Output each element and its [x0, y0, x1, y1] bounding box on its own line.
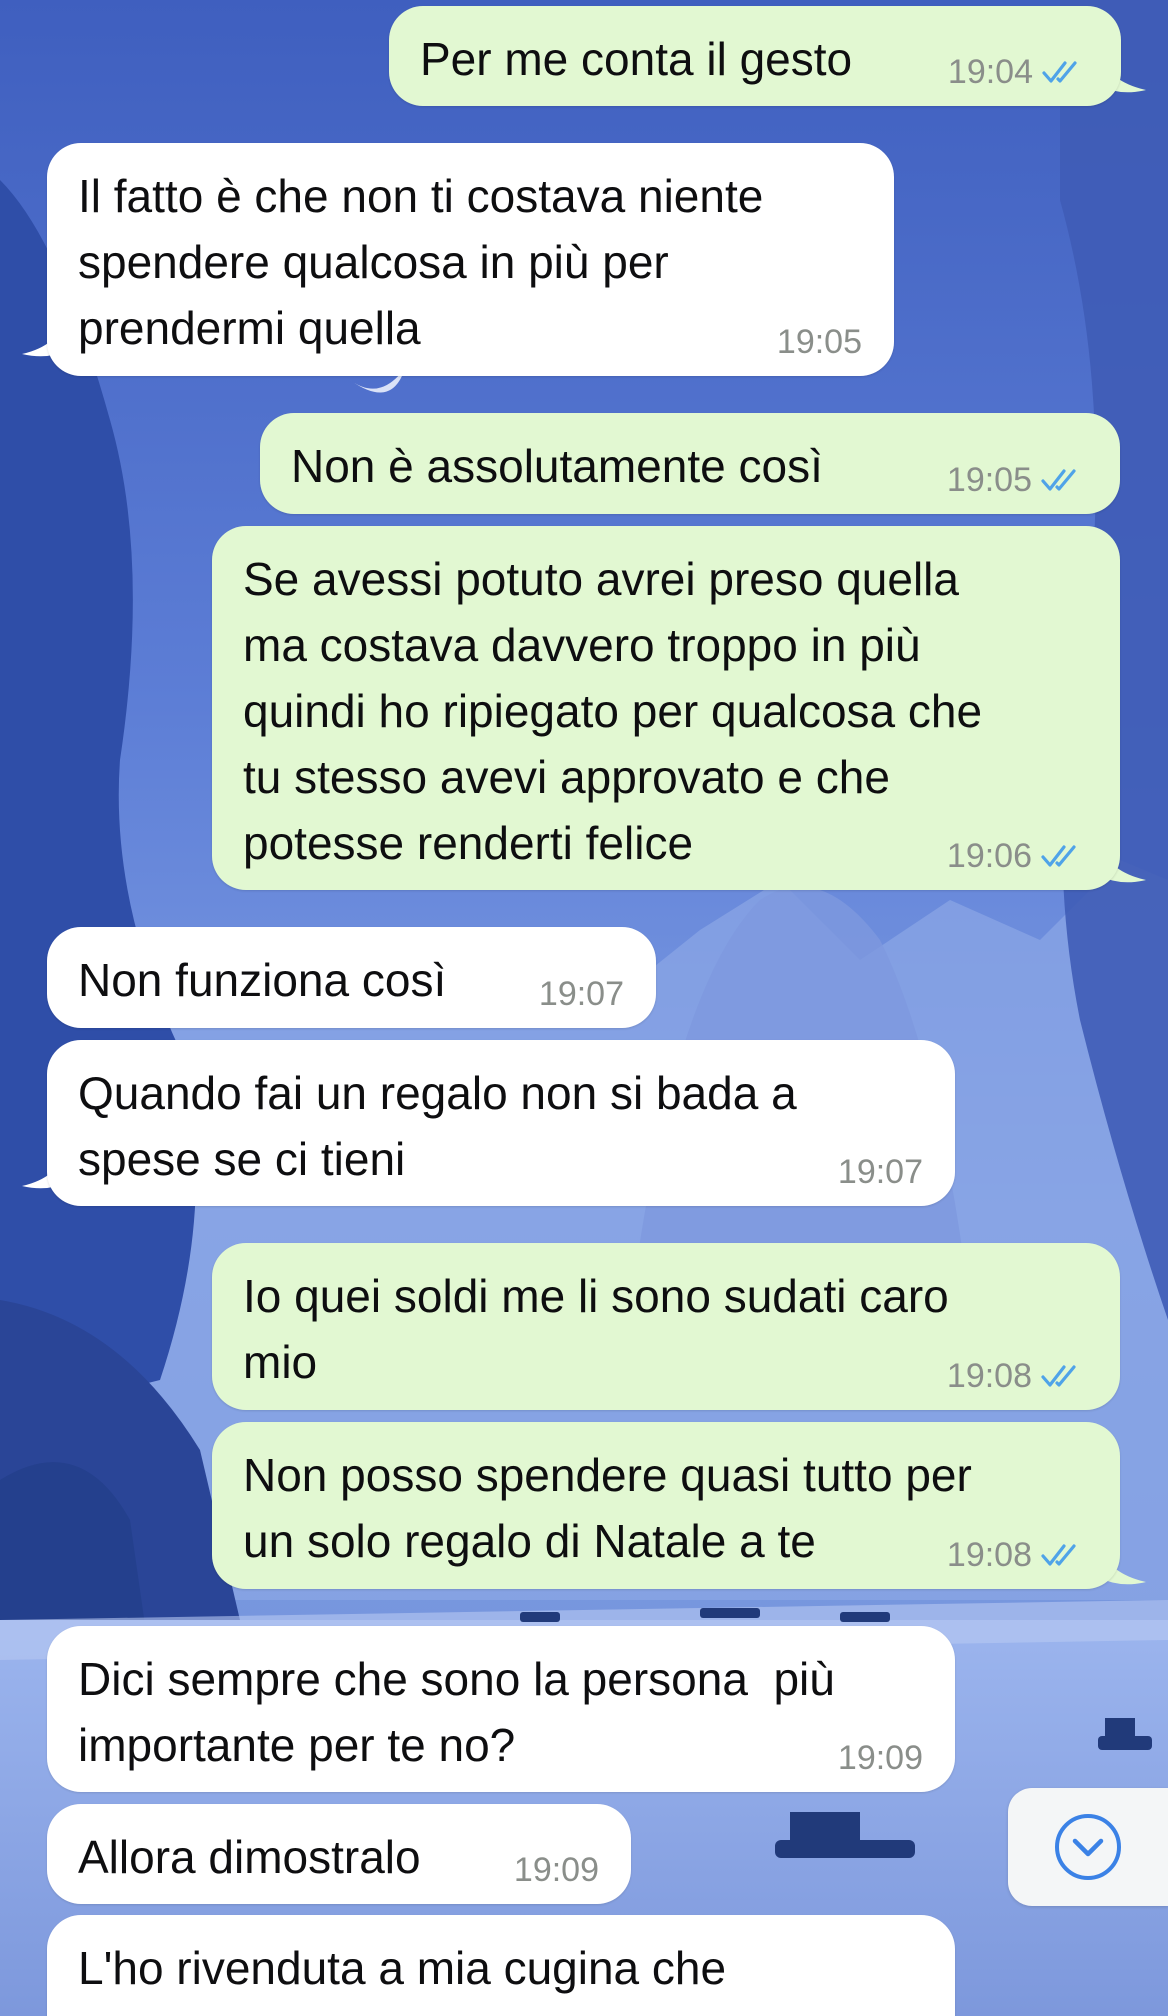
message-meta: 19:08 — [947, 1356, 1084, 1396]
message-text: L'ho rivenduta a mia cugina che che — [78, 1942, 727, 2016]
message-time: 19:07 — [837, 1153, 923, 1191]
read-receipt-icon — [1041, 1544, 1076, 1566]
message-bubble-incoming[interactable]: Non funziona così 19:07 — [47, 927, 656, 1028]
message-bubble-incoming[interactable]: Il fatto è che non ti costava niente spe… — [47, 143, 894, 376]
message-meta: 19:06 — [947, 836, 1084, 876]
message-time: 19:07 — [538, 975, 624, 1013]
message-meta: 19:05 — [777, 322, 862, 362]
message-bubble-incoming[interactable]: Allora dimostralo 19:09 — [47, 1804, 631, 1904]
message-bubble-outgoing[interactable]: Non è assolutamente così 19:05 — [260, 413, 1120, 514]
message-text: Dici sempre che sono la persona più impo… — [78, 1653, 835, 1771]
message-meta: 19:09 — [838, 1738, 923, 1778]
message-bubble-outgoing[interactable]: Se avessi potuto avrei preso quella ma c… — [212, 526, 1120, 890]
message-time: 19:08 — [946, 1536, 1032, 1574]
message-bubble-outgoing[interactable]: Io quei soldi me li sono sudati caro mio… — [212, 1243, 1120, 1410]
read-receipt-icon — [1041, 469, 1076, 491]
read-receipt-icon — [1042, 61, 1077, 83]
message-bubble-incoming[interactable]: L'ho rivenduta a mia cugina che che — [47, 1915, 955, 2016]
scroll-to-bottom-button[interactable] — [1008, 1788, 1168, 1906]
message-bubble-outgoing[interactable]: Per me conta il gesto 19:04 — [389, 6, 1121, 106]
read-receipt-icon — [1041, 1365, 1076, 1387]
message-meta: 19:09 — [514, 1850, 599, 1890]
message-time: 19:08 — [946, 1357, 1032, 1395]
message-meta: 19:07 — [838, 1152, 923, 1192]
message-text: Se avessi potuto avrei preso quella ma c… — [243, 553, 983, 869]
message-time: 19:09 — [837, 1739, 923, 1777]
message-time: 19:05 — [776, 323, 862, 361]
chevron-down-circle-icon — [1055, 1814, 1121, 1880]
message-text: Il fatto è che non ti costava niente spe… — [78, 170, 764, 354]
read-receipt-icon — [1041, 845, 1076, 867]
message-meta: 19:07 — [539, 974, 624, 1014]
message-time: 19:05 — [946, 461, 1032, 499]
message-meta: 19:08 — [947, 1535, 1084, 1575]
message-bubble-outgoing[interactable]: Non posso spendere quasi tutto per un so… — [212, 1422, 1120, 1589]
message-meta: 19:05 — [947, 460, 1084, 500]
message-time: 19:06 — [946, 837, 1032, 875]
message-time: 19:09 — [513, 1851, 599, 1889]
message-time: 19:04 — [947, 53, 1033, 91]
message-meta: 19:04 — [948, 52, 1085, 92]
message-bubble-incoming[interactable]: Dici sempre che sono la persona più impo… — [47, 1626, 955, 1792]
message-bubble-incoming[interactable]: Quando fai un regalo non si bada a spese… — [47, 1040, 955, 1206]
message-text: Quando fai un regalo non si bada a spese… — [78, 1067, 797, 1185]
